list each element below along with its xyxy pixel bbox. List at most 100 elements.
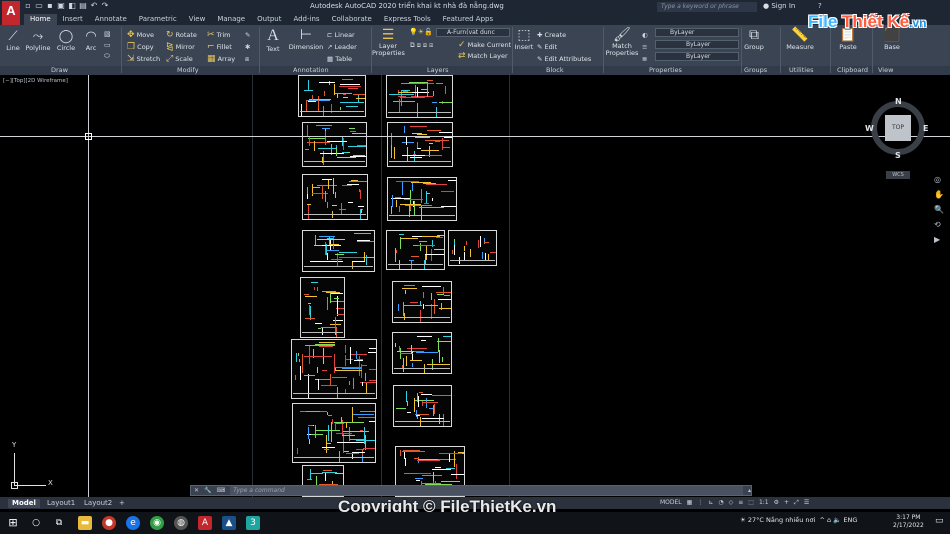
viewport-controls[interactable]: [−][Top][2D Wireframe] bbox=[3, 78, 68, 84]
task-view-icon[interactable]: ⧉ bbox=[52, 516, 66, 530]
array-button[interactable]: ▦ Array bbox=[207, 53, 235, 65]
offset-icon[interactable]: ⧈ bbox=[245, 53, 250, 65]
help-icon[interactable]: ? bbox=[818, 2, 822, 10]
notification-icon[interactable]: ▭ bbox=[935, 516, 944, 526]
customize-icon[interactable]: ☰ bbox=[804, 499, 809, 507]
arc-button[interactable]: ◠ Arc bbox=[82, 29, 100, 52]
compass-west[interactable]: W bbox=[865, 124, 874, 133]
open-icon[interactable]: ▭ bbox=[35, 2, 43, 10]
drawing-sheet[interactable] bbox=[300, 277, 345, 338]
file-explorer-icon[interactable]: ▬ bbox=[78, 516, 92, 530]
settings-gear-icon[interactable]: ⚙ bbox=[774, 499, 779, 507]
new-icon[interactable]: ▫ bbox=[24, 2, 32, 10]
drawing-sheet[interactable] bbox=[298, 75, 366, 117]
annotation-panel-label[interactable]: Annotation bbox=[293, 66, 329, 74]
edit-attributes-button[interactable]: ✎ Edit Attributes bbox=[537, 53, 591, 65]
erase-icon[interactable]: ✎ bbox=[245, 29, 250, 41]
tab-featured-apps[interactable]: Featured Apps bbox=[437, 14, 499, 25]
lock-icon[interactable]: 🔓 bbox=[424, 28, 433, 36]
mirror-button[interactable]: ⧎ Mirror bbox=[166, 41, 197, 53]
tab-insert[interactable]: Insert bbox=[57, 14, 89, 25]
save-icon[interactable]: ▪ bbox=[46, 2, 54, 10]
edit-block-button[interactable]: ✎ Edit bbox=[537, 41, 591, 53]
drawing-sheet[interactable] bbox=[291, 339, 377, 399]
drawing-sheet[interactable] bbox=[387, 122, 453, 167]
photo-app-icon[interactable]: ▲ bbox=[222, 516, 236, 530]
weather-text[interactable]: 27°C Nắng nhiều nơi bbox=[748, 516, 815, 524]
wcs-menu[interactable]: WCS bbox=[886, 171, 910, 179]
search-icon[interactable]: ○ bbox=[29, 516, 43, 530]
calculator-app-icon[interactable]: 3 bbox=[246, 516, 260, 530]
ortho-icon[interactable]: ⊾ bbox=[708, 499, 713, 507]
annotation-scale[interactable]: 1:1 bbox=[759, 499, 769, 507]
drawing-sheet[interactable] bbox=[302, 174, 368, 220]
chrome-icon[interactable]: ◉ bbox=[150, 516, 164, 530]
tab-home[interactable]: Home bbox=[24, 14, 57, 25]
rectangle-icon[interactable]: ▭ bbox=[104, 40, 111, 51]
sign-in-button[interactable]: ● Sign In bbox=[763, 2, 795, 10]
utilities-panel-label[interactable]: Utilities bbox=[789, 66, 813, 74]
showmotion-icon[interactable]: ▶ bbox=[934, 235, 944, 244]
tab-parametric[interactable]: Parametric bbox=[133, 14, 183, 25]
polar-icon[interactable]: ◔ bbox=[718, 499, 723, 507]
drawing-sheet[interactable] bbox=[302, 230, 375, 272]
leader-button[interactable]: ↗ Leader bbox=[327, 41, 357, 53]
drawing-sheet[interactable] bbox=[292, 403, 376, 463]
make-current-button[interactable]: ✓ Make Current bbox=[458, 40, 511, 51]
close-icon[interactable]: ✕ bbox=[194, 487, 199, 494]
view-panel-label[interactable]: View bbox=[878, 66, 893, 74]
clipboard-panel-label[interactable]: Clipboard bbox=[837, 66, 868, 74]
redo-icon[interactable]: ↷ bbox=[101, 2, 109, 10]
stretch-button[interactable]: ⇲ Stretch bbox=[127, 53, 160, 65]
print-icon[interactable]: ▤ bbox=[79, 2, 87, 10]
create-block-button[interactable]: ✚ Create bbox=[537, 29, 591, 41]
fullscreen-icon[interactable]: ⤢ bbox=[794, 499, 799, 507]
line-button[interactable]: ⟋ Line bbox=[4, 29, 22, 52]
groups-panel-label[interactable]: Groups bbox=[744, 66, 767, 74]
network-icon[interactable]: ⌂ bbox=[827, 516, 831, 524]
model-space-button[interactable]: MODEL bbox=[660, 499, 682, 507]
copy-button[interactable]: ❐ Copy bbox=[127, 41, 160, 53]
insert-button[interactable]: ⬚ Insert bbox=[514, 27, 534, 51]
office-icon[interactable]: ● bbox=[102, 516, 116, 530]
tab-add-ins[interactable]: Add-ins bbox=[287, 14, 325, 25]
windows-start-icon[interactable]: ⊞ bbox=[6, 516, 20, 530]
drawing-sheet[interactable] bbox=[393, 385, 452, 427]
compass-east[interactable]: E bbox=[923, 124, 928, 133]
rotate-button[interactable]: ↻ Rotate bbox=[166, 29, 197, 41]
osnap-icon[interactable]: ◇ bbox=[729, 499, 734, 507]
modify-panel-label[interactable]: Modify bbox=[177, 66, 199, 74]
language-indicator[interactable]: ENG bbox=[843, 516, 857, 524]
zoom-icon[interactable]: 🔍 bbox=[934, 205, 944, 214]
drawing-sheet[interactable] bbox=[386, 230, 445, 270]
move-button[interactable]: ✥ Move bbox=[127, 29, 160, 41]
bulb-icon[interactable]: 💡 bbox=[409, 28, 418, 36]
compass-south[interactable]: S bbox=[895, 151, 901, 160]
pan-icon[interactable]: ✋ bbox=[934, 190, 944, 199]
edge-icon[interactable]: e bbox=[126, 516, 140, 530]
text-button[interactable]: A Text bbox=[263, 27, 283, 53]
linetype-dropdown[interactable]: ByLayer bbox=[655, 40, 739, 49]
selection-cycling-icon[interactable]: ⬚ bbox=[748, 499, 754, 507]
command-input[interactable]: Type a command bbox=[230, 486, 743, 495]
app-menu-button[interactable]: A bbox=[2, 1, 20, 25]
match-properties-button[interactable]: 🖌 Match Properties bbox=[605, 27, 639, 57]
grid-icon[interactable]: ▦ bbox=[687, 499, 693, 507]
polyline-button[interactable]: ⤳ Polyline bbox=[24, 29, 52, 52]
ellipse-icon[interactable]: ⬭ bbox=[104, 51, 111, 62]
properties-panel-label[interactable]: Properties bbox=[649, 66, 682, 74]
linear-button[interactable]: ⊏ Linear bbox=[327, 29, 357, 41]
tab-express-tools[interactable]: Express Tools bbox=[378, 14, 437, 25]
tab-collaborate[interactable]: Collaborate bbox=[326, 14, 378, 25]
table-button[interactable]: ▦ Table bbox=[327, 53, 357, 65]
orbit-icon[interactable]: ⟲ bbox=[934, 220, 944, 229]
scale-button[interactable]: ⤢ Scale bbox=[166, 53, 197, 65]
lineweight-dropdown[interactable]: ByLayer bbox=[655, 52, 739, 61]
draw-panel-label[interactable]: Draw bbox=[51, 66, 68, 74]
lineweight-toggle-icon[interactable]: ≡ bbox=[738, 499, 743, 507]
viewcube[interactable]: TOP N S E W bbox=[865, 97, 929, 160]
tab-manage[interactable]: Manage bbox=[211, 14, 251, 25]
group-button[interactable]: ⧉ Group bbox=[743, 27, 765, 51]
drawing-sheet[interactable] bbox=[386, 75, 453, 118]
snap-icon[interactable]: ⋮ bbox=[697, 499, 703, 507]
